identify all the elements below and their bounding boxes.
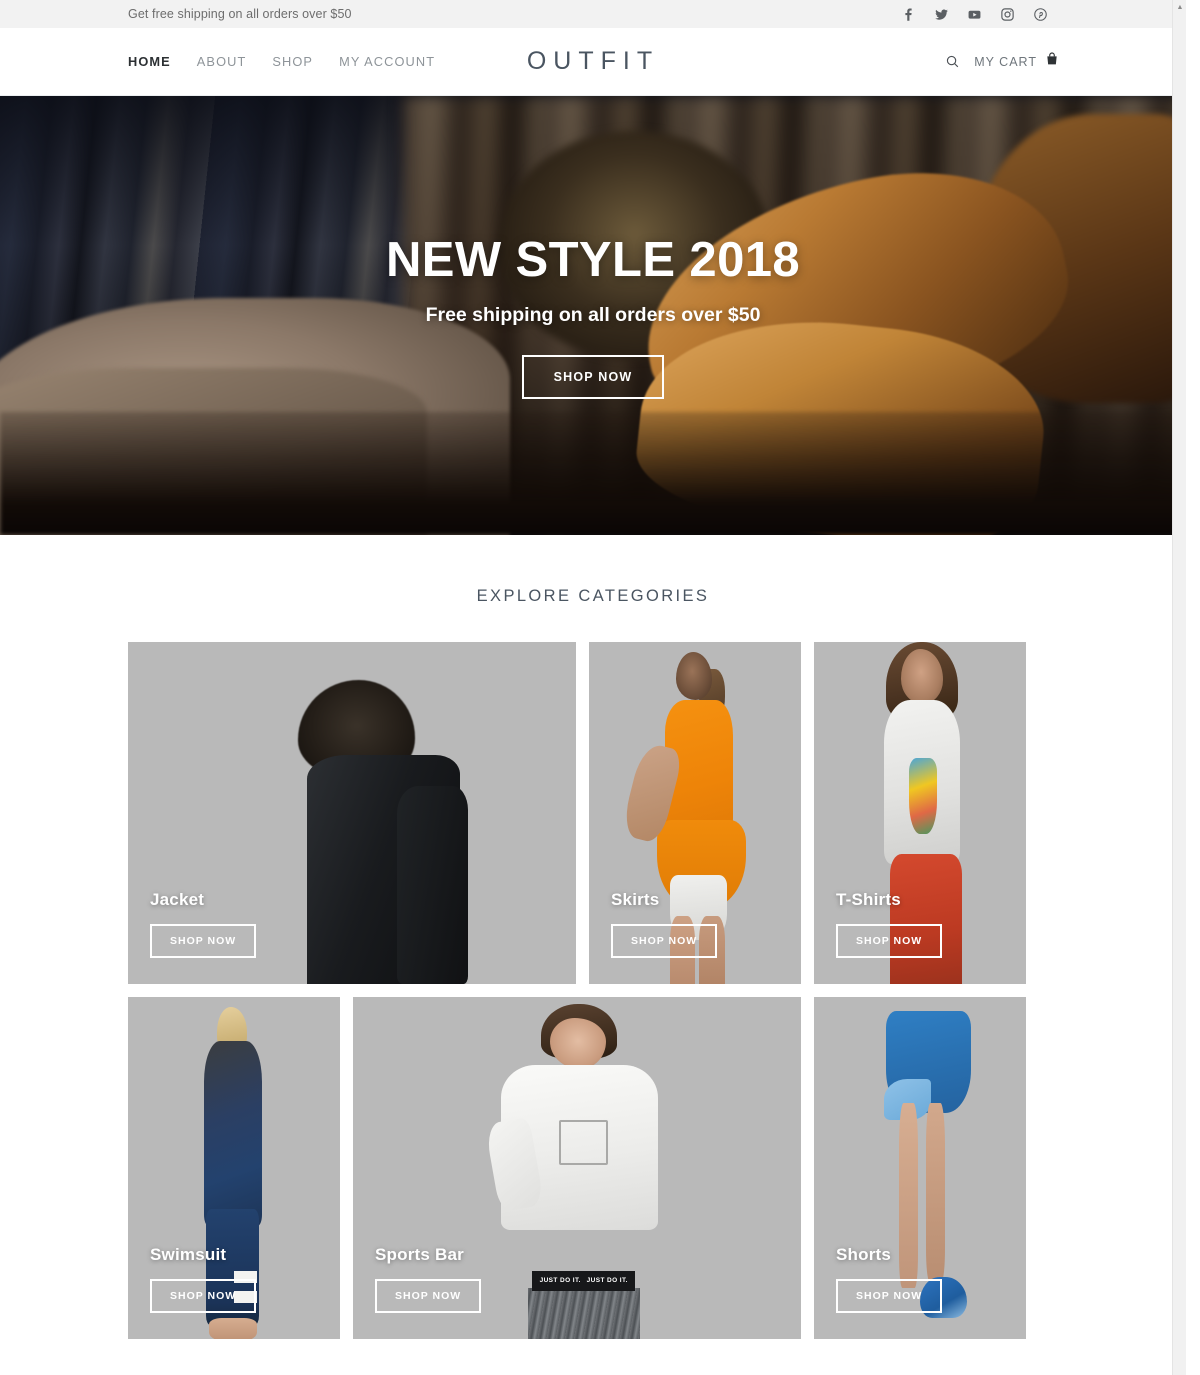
shop-now-button-shorts[interactable]: SHOP NOW (836, 1279, 943, 1313)
nav-link-home[interactable]: HOME (128, 54, 171, 69)
nav-link-about[interactable]: ABOUT (197, 54, 247, 69)
cart-link[interactable]: MY CART (974, 51, 1060, 72)
shop-now-button-swimsuit[interactable]: SHOP NOW (150, 1279, 257, 1313)
hero-title: NEW STYLE 2018 (385, 233, 801, 287)
category-label-shorts: Shorts (836, 1245, 892, 1264)
category-label-swimsuit: Swimsuit (150, 1245, 227, 1264)
search-icon[interactable] (945, 54, 960, 69)
page-scrollbar[interactable]: ▲ (1172, 0, 1186, 1375)
facebook-icon[interactable] (901, 7, 916, 22)
waistband-text: JUST DO IT. JUST DO IT. (539, 1277, 628, 1284)
shop-now-button-tshirts[interactable]: SHOP NOW (836, 924, 943, 958)
shopping-bag-icon (1044, 51, 1060, 72)
category-overlay: Jacket SHOP NOW (150, 890, 257, 958)
categories-row-2: Swimsuit SHOP NOW JUST DO IT. JUST DO IT… (128, 997, 1186, 1339)
shop-now-button-jacket[interactable]: SHOP NOW (150, 924, 257, 958)
nav-links: HOME ABOUT SHOP MY ACCOUNT (0, 54, 435, 69)
shop-now-button-sports-bar[interactable]: SHOP NOW (375, 1279, 482, 1313)
category-card-tshirts[interactable]: T-Shirts SHOP NOW (814, 642, 1026, 984)
category-label-tshirts: T-Shirts (836, 890, 901, 909)
hero-content: NEW STYLE 2018 Free shipping on all orde… (0, 96, 1186, 535)
youtube-icon[interactable] (967, 7, 982, 22)
section-title-explore-categories: EXPLORE CATEGORIES (476, 587, 710, 605)
category-overlay: Shorts SHOP NOW (836, 1245, 943, 1313)
category-label-jacket: Jacket (150, 890, 205, 909)
category-card-skirts[interactable]: Skirts SHOP NOW (589, 642, 801, 984)
category-overlay: Sports Bar SHOP NOW (375, 1245, 482, 1313)
hero-banner: NEW STYLE 2018 Free shipping on all orde… (0, 96, 1186, 535)
hero-shop-now-button[interactable]: SHOP NOW (521, 355, 665, 399)
categories-grid: Jacket SHOP NOW Skirts SHOP NOW T-Shirts… (0, 606, 1186, 1339)
category-label-sports-bar: Sports Bar (375, 1245, 464, 1264)
page-root: Get free shipping on all orders over $50… (0, 0, 1186, 1375)
twitter-icon[interactable] (934, 7, 949, 22)
nav-actions: MY CART (945, 51, 1186, 72)
main-navigation: HOME ABOUT SHOP MY ACCOUNT OUTFIT MY CAR… (0, 28, 1186, 96)
category-card-sports-bar[interactable]: JUST DO IT. JUST DO IT. Sports Bar SHOP … (353, 997, 801, 1339)
announcement-text: Get free shipping on all orders over $50 (128, 7, 352, 21)
social-links (901, 7, 1160, 22)
category-overlay: Swimsuit SHOP NOW (150, 1245, 257, 1313)
categories-row-1: Jacket SHOP NOW Skirts SHOP NOW T-Shirts… (128, 642, 1186, 984)
category-overlay: T-Shirts SHOP NOW (836, 890, 943, 958)
category-label-skirts: Skirts (611, 890, 660, 909)
scroll-up-arrow-icon[interactable]: ▲ (1173, 0, 1187, 15)
pinterest-icon[interactable] (1033, 7, 1048, 22)
hero-subtitle: Free shipping on all orders over $50 (425, 304, 761, 326)
announcement-bar: Get free shipping on all orders over $50 (0, 0, 1186, 28)
nav-link-shop[interactable]: SHOP (272, 54, 313, 69)
instagram-icon[interactable] (1000, 7, 1015, 22)
nav-link-my-account[interactable]: MY ACCOUNT (339, 54, 435, 69)
shop-now-button-skirts[interactable]: SHOP NOW (611, 924, 718, 958)
cart-label: MY CART (974, 54, 1037, 69)
category-card-jacket[interactable]: Jacket SHOP NOW (128, 642, 576, 984)
category-card-swimsuit[interactable]: Swimsuit SHOP NOW (128, 997, 340, 1339)
category-card-shorts[interactable]: Shorts SHOP NOW (814, 997, 1026, 1339)
category-overlay: Skirts SHOP NOW (611, 890, 718, 958)
